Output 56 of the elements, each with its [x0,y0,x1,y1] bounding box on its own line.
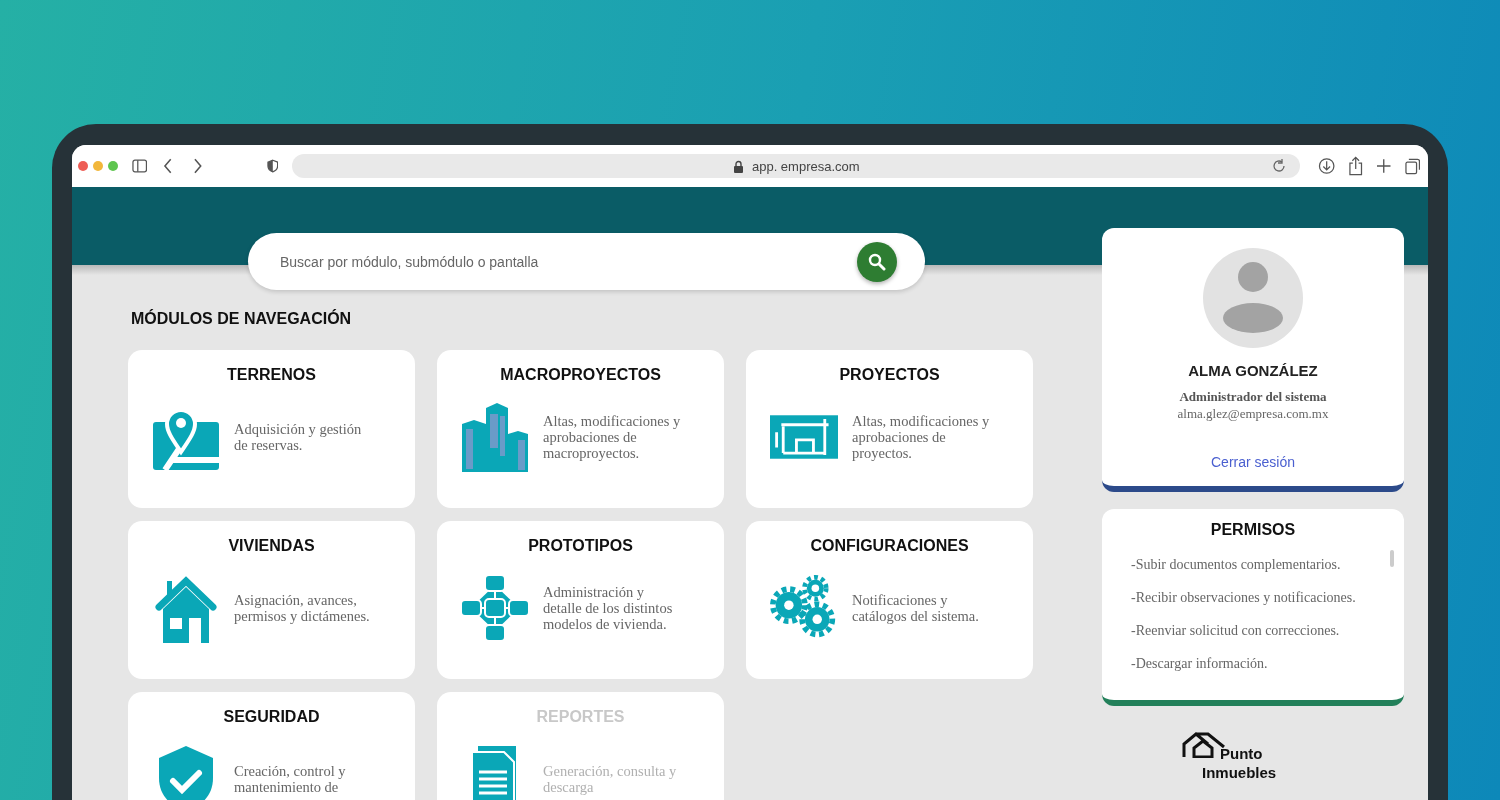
user-email: alma.glez@empresa.com.mx [1177,406,1329,422]
module-title: VIVIENDAS [228,537,315,555]
permissions-title: PERMISOS [1209,521,1297,539]
download-icon[interactable] [1318,157,1336,175]
shield-check-icon [157,746,215,800]
module-card[interactable]: VIVIENDAS Asignación, avances, permisos y dictámenes. [128,521,415,679]
search-bar[interactable]: Buscar por módulo, submódulo o pantalla [248,233,925,290]
shield-icon[interactable] [266,159,279,173]
share-icon[interactable] [1347,156,1364,176]
reload-icon[interactable] [1272,159,1287,173]
module-card[interactable]: CONFIGURACIONES Notificaciones y catálogos del sistema. [746,521,1033,679]
search-button[interactable] [857,241,897,282]
scrollbar-thumb[interactable] [1390,550,1394,567]
module-description: Creación, control y mantenimiento de [234,763,347,795]
module-card[interactable]: MACROPROYECTOS Altas, modificaciones y aprobaciones de macroproyectos. [437,350,724,508]
buildings-icon [462,402,528,472]
user-role: Administrador del sistema [1179,389,1327,405]
module-description: Adquisición y gestión de reservas. [234,421,363,453]
user-name: ALMA GONZÁLEZ [1188,362,1318,379]
network-icon [461,575,529,641]
module-description: Generación, consulta y descarga [543,763,678,795]
module-title: TERRENOS [227,366,316,384]
permission-item: -Subir documentos complementarios. [1131,556,1341,574]
section-title: MÓDULOS DE NAVEGACIÓN [131,310,353,329]
module-description: Administración y detalle de los distintos modelos de vivienda. [543,584,674,632]
module-title: CONFIGURACIONES [810,537,969,555]
back-icon[interactable] [163,158,174,174]
blueprint-icon [770,414,838,460]
module-card[interactable]: PROTOTIPOS Administración y detalle de los distintos modelos de vivienda. [437,521,724,679]
address-bar[interactable]: app. empresa.com [292,154,1301,178]
module-description: Altas, modificaciones y aprobaciones de proyectos. [852,413,991,461]
module-description: Altas, modificaciones y aprobaciones de macroproyectos. [543,413,682,461]
url-text: app. empresa.com [751,158,860,174]
permission-item: -Reenviar solicitud con correcciones. [1131,622,1340,640]
search-icon [868,252,886,271]
module-description: Asignación, avances, permisos y dictámenes. [234,592,371,624]
module-description: Notificaciones y catálogos del sistema. [852,592,980,624]
forward-icon[interactable] [193,158,203,174]
lock-icon [732,159,744,173]
close-window-button[interactable] [78,161,88,171]
new-tab-icon[interactable] [1377,159,1391,173]
logout-link[interactable]: Cerrar sesión [1211,454,1295,470]
logo-text: Punto [1220,744,1264,763]
module-card[interactable]: SEGURIDAD Creación, control y mantenimiento de [128,692,415,800]
sidebar-icon[interactable] [132,159,148,173]
tabs-overview-icon[interactable] [1404,157,1420,175]
module-title: MACROPROYECTOS [500,366,661,384]
module-card[interactable]: TERRENOS Adquisición y gestión de reservas. [128,350,415,508]
module-title: PROTOTIPOS [528,537,633,555]
permission-item: -Recibir observaciones y notificaciones. [1131,589,1356,607]
search-field[interactable]: Buscar por módulo, submódulo o pantalla [278,252,857,271]
module-card[interactable]: PROYECTOS Altas, modificaciones y aprobaciones de proyectos. [746,350,1033,508]
permission-item: -Descargar información. [1131,655,1268,673]
logo-text: Inmuebles [1202,763,1277,782]
module-title: SEGURIDAD [223,708,320,726]
module-title: PROYECTOS [839,366,940,384]
